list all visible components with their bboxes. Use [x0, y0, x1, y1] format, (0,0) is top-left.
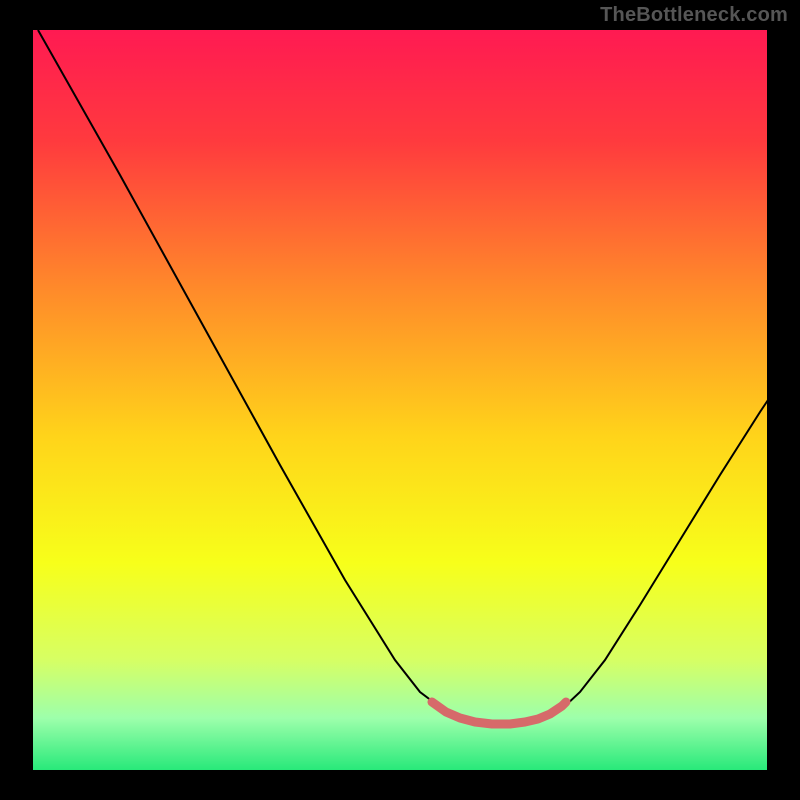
- watermark-text: TheBottleneck.com: [600, 4, 788, 27]
- gradient-background: [33, 30, 767, 770]
- chart-frame: { "watermark": "TheBottleneck.com", "cha…: [0, 0, 800, 800]
- bottleneck-chart: [0, 0, 800, 800]
